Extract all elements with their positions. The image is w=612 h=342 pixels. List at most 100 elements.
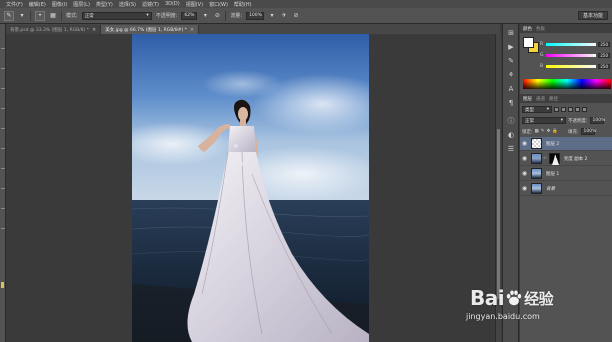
divider (61, 10, 62, 21)
brush-panel-icon[interactable]: ▦ (49, 12, 57, 20)
green-slider[interactable] (546, 53, 596, 57)
menu-help[interactable]: 帮助(H) (234, 1, 252, 8)
tool-icon[interactable] (1, 228, 5, 229)
lock-all-icon[interactable]: 🔒 (552, 129, 558, 134)
tool-icon[interactable] (1, 208, 5, 209)
menu-file[interactable]: 文件(F) (6, 1, 23, 8)
layer-row[interactable]: ◉ 图层 1 (520, 167, 612, 181)
close-icon[interactable]: × (190, 27, 194, 33)
pixel-filter-icon[interactable] (554, 107, 559, 112)
eye-icon[interactable]: ◉ (520, 185, 529, 192)
tab-paths[interactable]: 路径 (549, 96, 558, 102)
opacity-field[interactable]: 62% (181, 11, 198, 20)
blue-value[interactable]: 250 (598, 63, 610, 69)
layer-row[interactable]: ◉ ∞ 亮度 副本 2 (520, 152, 612, 166)
tool-icon[interactable] (1, 48, 5, 49)
green-value[interactable]: 250 (598, 52, 610, 58)
menu-type[interactable]: 类型(Y) (96, 1, 113, 8)
chevron-down-icon[interactable]: ▾ (18, 12, 26, 20)
chevron-down-icon[interactable]: ▾ (268, 12, 276, 20)
properties-icon[interactable]: ☰ (506, 144, 516, 154)
brush-size-icon[interactable]: • (35, 10, 45, 21)
document-photo[interactable] (132, 34, 369, 342)
tab-swatches[interactable]: 色板 (536, 26, 545, 32)
type-filter-icon[interactable] (568, 107, 573, 112)
actions-icon[interactable]: ▶ (506, 42, 516, 52)
mask-silhouette (551, 155, 559, 165)
layer-name[interactable]: 亮度 副本 2 (564, 156, 588, 162)
tool-icon[interactable] (1, 168, 5, 169)
red-slider-row: R 250 (540, 41, 610, 47)
shape-filter-icon[interactable] (575, 107, 580, 112)
foreground-color-icon[interactable] (1, 282, 4, 288)
adjustments-icon[interactable]: ◐ (506, 130, 516, 140)
menu-image[interactable]: 图像(I) (52, 1, 67, 8)
red-value[interactable]: 250 (598, 41, 610, 47)
menu-layer[interactable]: 图层(L) (73, 1, 90, 8)
close-icon[interactable]: × (92, 27, 96, 33)
lock-paint-icon[interactable]: ✎ (541, 129, 545, 134)
menu-3d[interactable]: 3D(D) (165, 1, 180, 7)
layer-thumbnail (531, 153, 542, 164)
filter-label: 类型 (525, 107, 534, 113)
clone-source-icon[interactable]: ⚘ (506, 70, 516, 80)
lock-pixels-icon[interactable]: ▦ (535, 129, 539, 134)
layer-name[interactable]: 背景 (546, 186, 555, 192)
tool-icon[interactable] (1, 88, 5, 89)
layer-row[interactable]: ◉ 图层 2 (520, 137, 612, 151)
fill-field[interactable]: 100% (580, 128, 596, 135)
layer-mask-thumbnail[interactable] (548, 153, 560, 165)
blend-row: 正常 ▾ 不透明度: 100% (522, 116, 605, 125)
tab-channels[interactable]: 通道 (536, 96, 545, 102)
brush-tool-icon[interactable]: ✎ (4, 10, 14, 21)
foreground-swatch[interactable] (523, 37, 534, 48)
workspace-select[interactable]: 基本功能 (577, 11, 608, 20)
layer-thumbnail (531, 168, 542, 179)
layer-row[interactable]: ◉ 背景 (520, 182, 612, 196)
menu-filter[interactable]: 滤镜(T) (142, 1, 159, 8)
smart-filter-icon[interactable] (582, 107, 587, 112)
paragraph-icon[interactable]: ¶ (506, 98, 516, 108)
menu-view[interactable]: 视图(V) (186, 1, 203, 8)
layer-name[interactable]: 图层 2 (546, 141, 559, 147)
watermark-url: jingyan.baidu.com (466, 312, 540, 321)
flow-field[interactable]: 100% (246, 11, 265, 20)
tool-icon[interactable] (1, 68, 5, 69)
eye-icon[interactable]: ◉ (520, 155, 529, 162)
adjustment-filter-icon[interactable] (561, 107, 566, 112)
blend-mode-select[interactable]: 正常 ▾ (522, 117, 566, 124)
pressure-opacity-icon[interactable]: ⊘ (213, 12, 221, 20)
chevron-down-icon[interactable]: ▾ (201, 12, 209, 20)
layer-name[interactable]: 图层 1 (546, 171, 559, 177)
tool-icon[interactable] (1, 188, 5, 189)
lock-move-icon[interactable]: ✥ (547, 129, 551, 134)
history-icon[interactable]: ⊞ (506, 28, 516, 38)
opacity-label: 不透明度: (155, 13, 178, 19)
tab-color[interactable]: 颜色 (523, 26, 532, 32)
tab-beauty-jpg[interactable]: 美女.jpg @ 66.7% (图层 1, RGB/8#) * × (101, 25, 200, 34)
tool-icon[interactable] (1, 128, 5, 129)
tab-background-psd[interactable]: 背景.psd @ 33.3% (图层 1, RGB/8) * × (6, 25, 102, 34)
info-icon[interactable]: ⓘ (506, 116, 516, 126)
link-icon[interactable]: ∞ (543, 156, 547, 161)
mode-select[interactable]: 正常 ▾ (81, 11, 152, 20)
layer-filter-select[interactable]: 类型 ▾ (522, 106, 552, 113)
tab-layers[interactable]: 图层 (523, 96, 532, 102)
menu-window[interactable]: 窗口(W) (209, 1, 228, 8)
canvas-area[interactable] (6, 34, 498, 342)
character-icon[interactable]: A (506, 84, 516, 94)
chevron-down-icon: ▾ (146, 13, 149, 18)
menu-select[interactable]: 选择(S) (119, 1, 136, 8)
eye-icon[interactable]: ◉ (520, 140, 529, 147)
tool-icon[interactable] (1, 148, 5, 149)
pressure-size-icon[interactable]: ⊘ (292, 12, 300, 20)
eye-icon[interactable]: ◉ (520, 170, 529, 177)
divider (30, 10, 31, 21)
layer-opacity-field[interactable]: 100% (589, 117, 605, 124)
red-slider[interactable] (546, 42, 596, 46)
airbrush-icon[interactable]: ✈ (280, 12, 288, 20)
tool-icon[interactable] (1, 108, 5, 109)
menu-edit[interactable]: 编辑(E) (29, 1, 46, 8)
blue-slider[interactable] (546, 64, 596, 68)
brush-presets-icon[interactable]: ✎ (506, 56, 516, 66)
